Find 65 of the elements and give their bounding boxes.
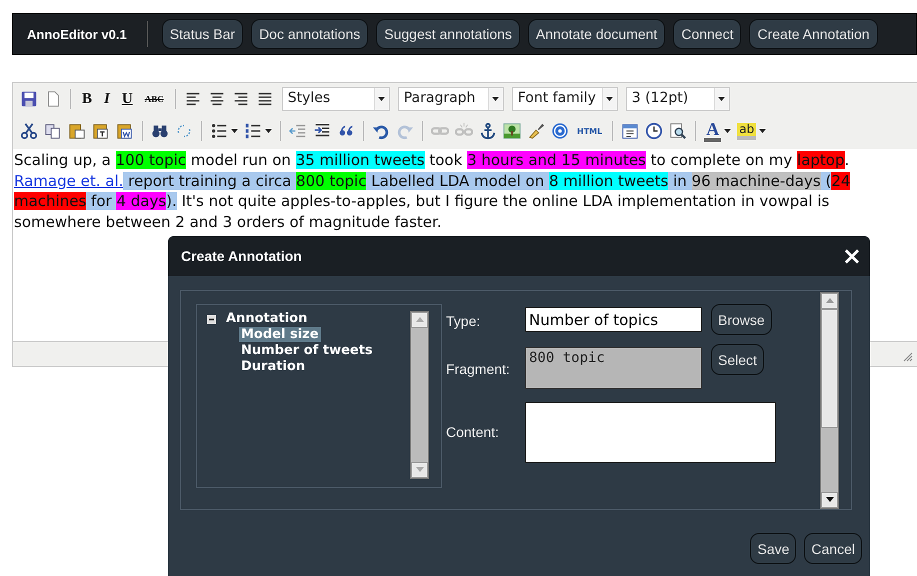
html-button[interactable]: HTML <box>575 126 604 136</box>
caret-icon[interactable] <box>606 96 614 102</box>
dialog-button[interactable]: Save <box>750 533 796 564</box>
format-button[interactable]: U <box>118 90 136 108</box>
align-right-icon[interactable] <box>232 90 250 108</box>
caret-icon[interactable] <box>759 128 766 134</box>
anchor-icon[interactable] <box>479 122 497 140</box>
citation-link[interactable]: Ramage et. al. <box>14 172 124 190</box>
align-center-icon[interactable] <box>208 90 226 108</box>
paste-text-icon[interactable] <box>92 122 110 140</box>
toolbar-button[interactable]: Connect <box>673 19 742 49</box>
field-label: Type: <box>446 312 482 329</box>
caret-icon[interactable] <box>724 128 732 134</box>
field-label: Content: <box>446 423 500 440</box>
calendar-icon[interactable] <box>621 122 640 140</box>
toolbar-button[interactable]: Annotate document <box>528 19 666 49</box>
tree-item[interactable]: Duration <box>239 359 308 374</box>
paste-icon[interactable] <box>68 122 86 140</box>
close-button[interactable]: × <box>842 244 862 268</box>
toolbar-button[interactable]: Status Bar <box>162 19 244 49</box>
type-field[interactable]: Number of topics <box>525 307 702 332</box>
dialog-button[interactable]: Cancel <box>804 533 862 564</box>
select-button[interactable]: Select <box>711 344 764 375</box>
preview-icon[interactable] <box>669 122 688 140</box>
app-title: AnnoEditor v0.1 <box>26 26 128 42</box>
tree-item[interactable]: Model size <box>239 327 321 342</box>
cut-icon[interactable] <box>20 122 38 140</box>
bullet-list-icon[interactable] <box>210 122 228 140</box>
scroll-down-icon[interactable] <box>826 497 834 503</box>
dialog-title: Create Annotation <box>181 248 302 264</box>
scrollbar[interactable] <box>820 292 839 509</box>
toolbar-button[interactable]: Doc annotations <box>251 19 368 49</box>
dropdown[interactable]: 3 (12pt) <box>626 87 730 111</box>
dropdown[interactable]: Font family <box>512 87 618 111</box>
resize-grip-icon[interactable] <box>903 352 913 362</box>
paste-word-icon[interactable] <box>116 122 134 140</box>
numbered-list-icon[interactable] <box>244 122 262 140</box>
caret-icon[interactable] <box>231 128 238 134</box>
toolbar-button[interactable]: Suggest annotations <box>376 19 520 49</box>
toolbar-button[interactable]: Create Annotation <box>749 19 878 49</box>
highlight-button[interactable]: ab <box>737 122 756 140</box>
align-left-icon[interactable] <box>184 90 202 108</box>
dropdown[interactable]: Paragraph <box>398 87 504 111</box>
caret-icon[interactable] <box>378 96 386 102</box>
copy-icon[interactable] <box>44 122 62 140</box>
save-icon[interactable] <box>20 90 38 108</box>
caret-icon[interactable] <box>265 128 272 134</box>
brush-icon[interactable] <box>527 122 545 140</box>
tree-item[interactable]: Annotation <box>224 311 310 327</box>
format-button[interactable]: B <box>79 90 96 108</box>
outdent-icon[interactable] <box>289 122 307 140</box>
content-field[interactable] <box>525 402 776 463</box>
justify-icon[interactable] <box>256 90 274 108</box>
format-button[interactable]: I <box>101 90 113 108</box>
image-icon[interactable] <box>503 122 521 140</box>
dropdown[interactable]: Styles <box>282 87 390 111</box>
collapse-icon[interactable] <box>207 314 216 324</box>
caret-icon[interactable] <box>718 96 726 102</box>
tree-item[interactable]: Number of tweets <box>239 343 375 358</box>
clock-icon[interactable] <box>645 122 664 140</box>
format-button[interactable]: ABC <box>142 94 167 104</box>
browse-button[interactable]: Browse <box>711 304 772 335</box>
caret-icon[interactable] <box>492 96 500 102</box>
field-label: Fragment: <box>446 360 511 377</box>
text-color-button[interactable]: A <box>704 120 722 142</box>
